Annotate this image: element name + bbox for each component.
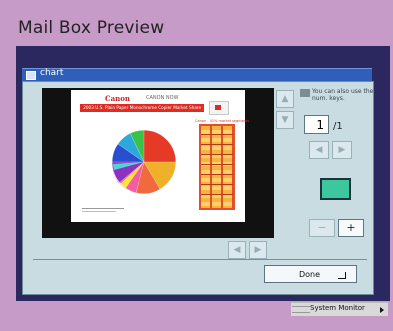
table-row: [201, 194, 233, 195]
table-row: [201, 154, 233, 155]
document-headline: 2003 U.S. Plain Paper Monochrome Copier …: [80, 104, 204, 112]
window-titlebar: chart: [22, 68, 372, 81]
pie-chart-graphic: [82, 120, 192, 210]
scroll-up-button[interactable]: ▲: [276, 90, 294, 108]
status-arrow-icon: [380, 307, 384, 313]
scroll-right-button[interactable]: ▶: [249, 241, 267, 259]
table-row: [201, 144, 233, 145]
window-icon: [26, 71, 36, 80]
document-brand: Canon: [105, 94, 130, 103]
keypad-icon: [300, 89, 310, 97]
window-title: chart: [40, 68, 64, 78]
scroll-left-button[interactable]: ◀: [228, 241, 246, 259]
next-page-button[interactable]: ▶: [332, 141, 352, 159]
table-row: [201, 134, 233, 135]
arrow-right-icon: ▶: [254, 245, 262, 255]
dialog-divider: [33, 259, 367, 260]
scroll-down-button[interactable]: ▼: [276, 111, 294, 129]
table-column: [223, 126, 232, 208]
return-icon: [338, 272, 346, 279]
zoom-out-icon: −: [317, 221, 327, 234]
arrow-up-icon: ▲: [281, 94, 289, 104]
arrow-down-icon: ▼: [281, 115, 289, 125]
table-row: [201, 164, 233, 165]
page-title: Mail Box Preview: [18, 18, 165, 38]
done-label: Done: [299, 270, 321, 279]
document-page: Canon CANON NOW 2003 U.S. Plain Paper Mo…: [71, 90, 249, 222]
status-lines-icon: [292, 306, 310, 313]
document-table: [199, 124, 235, 210]
document-table-heading: Canon - 41% market segments: [195, 119, 250, 123]
system-monitor-button[interactable]: System Monitor: [291, 302, 388, 316]
arrow-left-icon: ◀: [233, 245, 241, 255]
table-column: [212, 126, 221, 208]
zoom-in-icon: +: [346, 221, 356, 234]
done-button[interactable]: Done: [264, 265, 357, 283]
zoom-in-button[interactable]: +: [338, 219, 364, 237]
document-subtitle: CANON NOW: [146, 95, 179, 101]
table-row: [201, 184, 233, 185]
table-column: [201, 126, 210, 208]
chevron-right-icon: ▶: [338, 145, 346, 155]
document-logo: [209, 101, 229, 115]
page-number-field[interactable]: 1: [304, 115, 329, 134]
page-hint-text: You can also use the num. keys.: [312, 88, 374, 102]
system-monitor-label: System Monitor: [310, 304, 365, 312]
table-row: [201, 174, 233, 175]
document-small-print: [82, 208, 124, 212]
status-color-swatch: [320, 178, 351, 200]
chevron-left-icon: ◀: [315, 145, 323, 155]
previous-page-button[interactable]: ◀: [309, 141, 329, 159]
zoom-out-button[interactable]: −: [309, 219, 335, 237]
page-total: /1: [333, 121, 343, 132]
